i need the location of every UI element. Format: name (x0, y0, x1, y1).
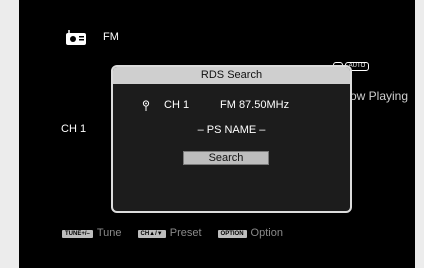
antenna-icon (142, 100, 150, 111)
dialog-channel: CH 1 (164, 99, 190, 111)
band-label: FM (103, 31, 119, 43)
now-playing-label: ow Playing (350, 89, 409, 103)
hint-tune[interactable]: TUNE+/– Tune (62, 227, 122, 240)
rds-search-dialog: RDS Search CH 1 FM 87.50MHz – PS NAME – … (111, 65, 352, 213)
ps-name: – PS NAME – (197, 124, 266, 136)
option-key-icon: OPTION (217, 229, 247, 238)
radio-icon (66, 30, 86, 45)
current-channel: CH 1 (61, 123, 87, 135)
hint-preset-label: Preset (169, 227, 202, 239)
dialog-title: RDS Search (113, 67, 350, 84)
hint-preset[interactable]: CH▲/▼ Preset (137, 227, 202, 240)
hint-tune-label: Tune (96, 227, 122, 239)
frequency-readout: FM 87.50MHz (220, 99, 290, 111)
button-hint-bar: TUNE+/– Tune CH▲/▼ Preset OPTION Option (62, 227, 299, 240)
tv-screen: FM AUTO ow Playing CH 1 RDS Search CH 1 … (19, 0, 415, 268)
search-button[interactable]: Search (183, 151, 269, 165)
channel-key-icon: CH▲/▼ (137, 229, 166, 238)
hint-option-label: Option (250, 227, 283, 239)
hint-option[interactable]: OPTION Option (217, 227, 283, 240)
tune-key-icon: TUNE+/– (62, 229, 93, 238)
